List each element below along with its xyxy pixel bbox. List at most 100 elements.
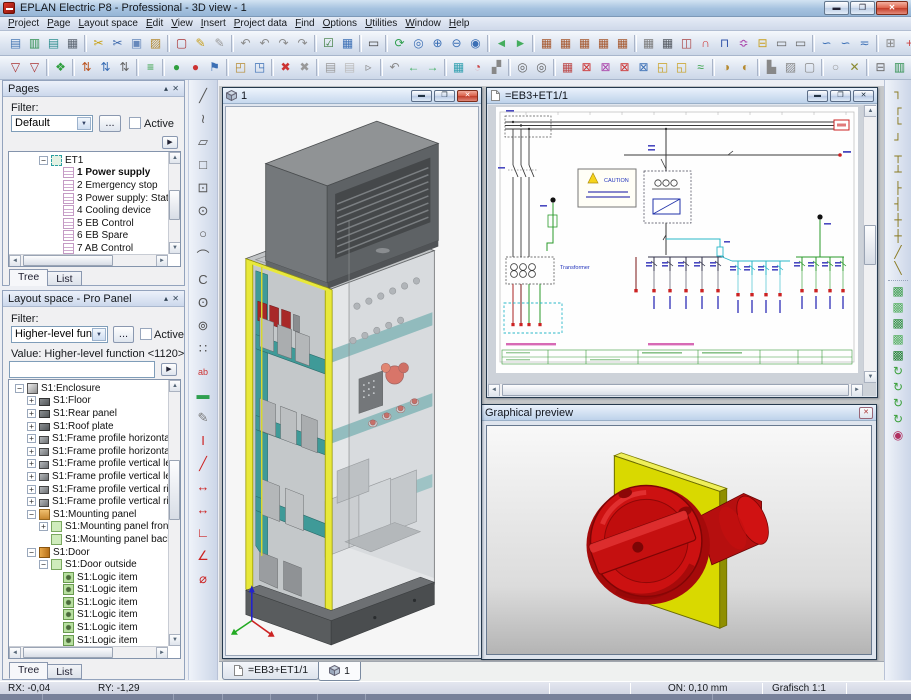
pages-b-icon[interactable]: ▤ <box>340 58 359 77</box>
redo-list-icon[interactable]: ↷ <box>293 34 312 53</box>
layout-scroll-up-icon[interactable]: ▲ <box>169 380 181 392</box>
dim-corner-icon[interactable]: ∟ <box>194 522 213 545</box>
arrow-sm-icon[interactable]: ▹ <box>359 58 378 77</box>
layout-scroll-right-icon[interactable]: ► <box>156 647 168 659</box>
filter-a-icon[interactable]: ▽ <box>6 58 25 77</box>
hatch-icon[interactable]: ▞ <box>487 58 506 77</box>
box-x-c-icon[interactable]: ⊠ <box>615 58 634 77</box>
layout-tree-item[interactable]: −S1:Logic item <box>9 634 168 646</box>
draw-rect-center-icon[interactable]: ⊡ <box>194 177 213 200</box>
expander-icon[interactable]: + <box>27 485 36 494</box>
route-t-down-icon[interactable]: ┬ <box>889 149 908 165</box>
schematic-scroll-up-icon[interactable]: ▲ <box>864 105 876 117</box>
schematic-close-button[interactable]: ✕ <box>853 90 874 102</box>
schematic-restore-button[interactable]: ❐ <box>830 90 851 102</box>
route-corner-c-icon[interactable]: └ <box>889 117 908 133</box>
delete-icon[interactable]: ✂ <box>89 34 108 53</box>
draw-ellipse-icon[interactable]: ○ <box>194 223 213 246</box>
route-corner-d-icon[interactable]: ┘ <box>889 133 908 149</box>
pages-tree-item[interactable]: −ET1 <box>9 154 168 167</box>
pages-tree-item[interactable]: −5 EB Control <box>9 217 168 230</box>
layout-scroll-down-icon[interactable]: ▼ <box>169 634 181 646</box>
layout-filter-combo[interactable]: Higher-level func ▼ <box>11 326 108 343</box>
page-prev-icon[interactable]: ◰ <box>231 58 250 77</box>
hatch-pen-icon[interactable]: ✎ <box>194 407 213 430</box>
undo-list-icon[interactable]: ↶ <box>236 34 255 53</box>
pages-browse-button[interactable]: ... <box>99 115 121 132</box>
layout-tree-item[interactable]: −S1:Logic item <box>9 621 168 634</box>
edit-pencil-icon[interactable]: ✎ <box>191 34 210 53</box>
expander-icon[interactable]: + <box>27 472 36 481</box>
zoom-window-icon[interactable]: ◎ <box>409 34 428 53</box>
draw-polyline-icon[interactable]: ≀ <box>194 108 213 131</box>
grid-b-icon[interactable]: ▦ <box>556 34 575 53</box>
pages-tree-item[interactable]: −1 Power supply <box>9 167 168 180</box>
view3d-window[interactable]: 1 ▬ ❐ ✕ <box>222 87 482 659</box>
view3d-close-button[interactable]: ✕ <box>457 90 478 102</box>
pages-tree-item[interactable]: −6 EB Spare <box>9 230 168 243</box>
close-gray-icon[interactable]: ✖ <box>295 58 314 77</box>
pages-tree-item[interactable]: −3 Power supply: Statio <box>9 192 168 205</box>
layout-vscroll-thumb[interactable] <box>169 460 180 520</box>
select-region-icon[interactable]: ▢ <box>172 34 191 53</box>
cube-b-icon[interactable]: ▩ <box>889 300 908 316</box>
circle-o-icon[interactable]: ○ <box>826 58 845 77</box>
restore-button[interactable]: ❐ <box>850 1 875 15</box>
wire-icon[interactable]: ≈ <box>691 58 710 77</box>
pages-panel-header[interactable]: Pages ▴ ✕ <box>3 81 184 97</box>
pages-tree-item[interactable]: −4 Cooling device <box>9 204 168 217</box>
leaf-c-icon[interactable]: ↻ <box>889 396 908 412</box>
leaf-d-icon[interactable]: ↻ <box>889 412 908 428</box>
view3d-minimize-button[interactable]: ▬ <box>411 90 432 102</box>
expander-icon[interactable]: + <box>27 409 36 418</box>
pages-a-icon[interactable]: ▤ <box>321 58 340 77</box>
expander-icon[interactable]: + <box>27 422 36 431</box>
route-t-up-icon[interactable]: ┴ <box>889 165 908 181</box>
layout-tree-item[interactable]: −S1:Logic item <box>9 584 168 597</box>
route-diag-b-icon[interactable]: ╲ <box>889 261 908 277</box>
dim-h-icon[interactable]: ↔ <box>194 476 213 499</box>
open-page-icon[interactable]: ▤ <box>44 34 63 53</box>
cut-icon[interactable]: ✂ <box>108 34 127 53</box>
layout-scroll-left-icon[interactable]: ◄ <box>9 647 21 659</box>
pages-scroll-up-icon[interactable]: ▲ <box>169 152 181 164</box>
close-red-icon[interactable]: ✖ <box>276 58 295 77</box>
menu-project[interactable]: Project <box>4 17 43 30</box>
image-icon[interactable]: ▬ <box>194 384 213 407</box>
nav-forward-icon[interactable]: ► <box>511 34 530 53</box>
pages-tree[interactable]: −ET1−1 Power supply−2 Emergency stop−3 P… <box>8 151 181 267</box>
grid-d-icon[interactable]: ▦ <box>594 34 613 53</box>
mdi-tab-2[interactable]: 1 <box>318 662 361 681</box>
pages-tab-list[interactable]: List <box>47 271 81 286</box>
olive-x-icon[interactable]: ✕ <box>845 58 864 77</box>
layout-tree-item[interactable]: +S1:Frame profile vertical right <box>9 483 168 496</box>
expander-icon[interactable]: − <box>27 510 36 519</box>
box-x-b-icon[interactable]: ⊠ <box>596 58 615 77</box>
flag-icon[interactable]: ⚑ <box>205 58 224 77</box>
draw-circle-center-icon[interactable]: ⊙ <box>194 200 213 223</box>
layout-active-checkbox[interactable] <box>140 328 152 340</box>
redo-icon[interactable]: ↷ <box>274 34 293 53</box>
pages-vscroll-thumb[interactable] <box>169 190 180 220</box>
menu-utilities[interactable]: Utilities <box>361 17 401 30</box>
view3d-window-titlebar[interactable]: 1 ▬ ❐ ✕ <box>223 88 481 104</box>
pages-tree-item[interactable]: −7 AB Control <box>9 242 168 254</box>
mdi-tab-1[interactable]: =EB3+ET1/1 <box>222 662 319 680</box>
layout-value-input[interactable] <box>9 361 155 378</box>
preview-window-titlebar[interactable]: Graphical preview ✕ <box>482 405 876 421</box>
corner-b-icon[interactable]: ◱ <box>672 58 691 77</box>
route-t-left-icon[interactable]: ┤ <box>889 197 908 213</box>
menu-help[interactable]: Help <box>445 17 474 30</box>
grid-plus-icon[interactable]: ⊞ <box>881 34 900 53</box>
menu-options[interactable]: Options <box>319 17 361 30</box>
layout-tree-item[interactable]: +S1:Floor <box>9 395 168 408</box>
sort-b-icon[interactable]: ⇅ <box>96 58 115 77</box>
expander-icon[interactable]: − <box>39 156 48 165</box>
block-f-icon[interactable]: ▙ <box>762 58 781 77</box>
draw-polygon-icon[interactable]: ▱ <box>194 131 213 154</box>
layout-hscroll-thumb[interactable] <box>23 647 113 658</box>
draw-sector-icon[interactable]: ʘ <box>194 292 213 315</box>
layout-tree-item[interactable]: +S1:Mounting panel front <box>9 521 168 534</box>
plus-red-icon[interactable]: + <box>900 34 911 53</box>
check-task-icon[interactable]: ☑ <box>319 34 338 53</box>
